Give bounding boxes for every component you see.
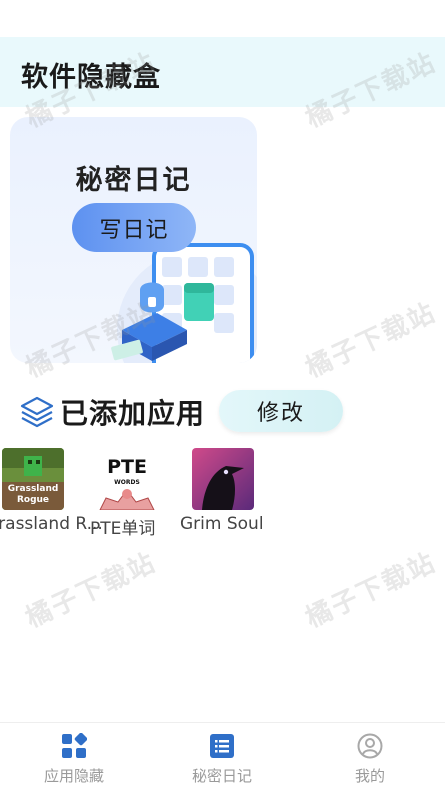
watermark: 橘子下载站 <box>21 547 161 634</box>
nav-label: 秘密日记 <box>191 767 252 785</box>
watermark: 橘子下载站 <box>301 297 441 384</box>
layers-icon <box>20 396 54 428</box>
user-icon <box>357 733 383 759</box>
nav-label: 应用隐藏 <box>43 767 104 785</box>
nav-item-mine[interactable]: 我的 <box>296 723 444 793</box>
write-diary-button[interactable]: 写日记 <box>72 203 196 252</box>
bottom-nav: 应用隐藏 秘密日记 我的 <box>0 722 445 793</box>
nav-label: 我的 <box>354 767 385 785</box>
added-apps-header: 已添加应用 修改 <box>0 388 445 434</box>
grim-soul-raven-icon <box>192 448 254 510</box>
list-icon <box>210 734 234 758</box>
grassland-rogue-icon: Grassland Rogue <box>2 448 64 510</box>
apps-grid-icon <box>62 733 87 758</box>
section-title: 已添加应用 <box>60 397 206 430</box>
watermark: 橘子下载站 <box>301 547 441 634</box>
pte-icon-title: PTE <box>107 456 147 478</box>
diary-card-title: 秘密日记 <box>75 165 192 196</box>
modify-button[interactable]: 修改 <box>219 390 343 432</box>
phone-lock-illustration <box>111 243 257 363</box>
grassland-icon-title: Grassland <box>7 484 59 494</box>
pte-words-icon: PTE WORDS <box>96 448 158 510</box>
grassland-icon-subtitle: Rogue <box>16 495 50 505</box>
app-label: Grim Soul <box>180 514 264 534</box>
nav-item-app-hide[interactable]: 应用隐藏 <box>0 723 148 793</box>
nav-item-secret-diary[interactable]: 秘密日记 <box>148 723 296 793</box>
